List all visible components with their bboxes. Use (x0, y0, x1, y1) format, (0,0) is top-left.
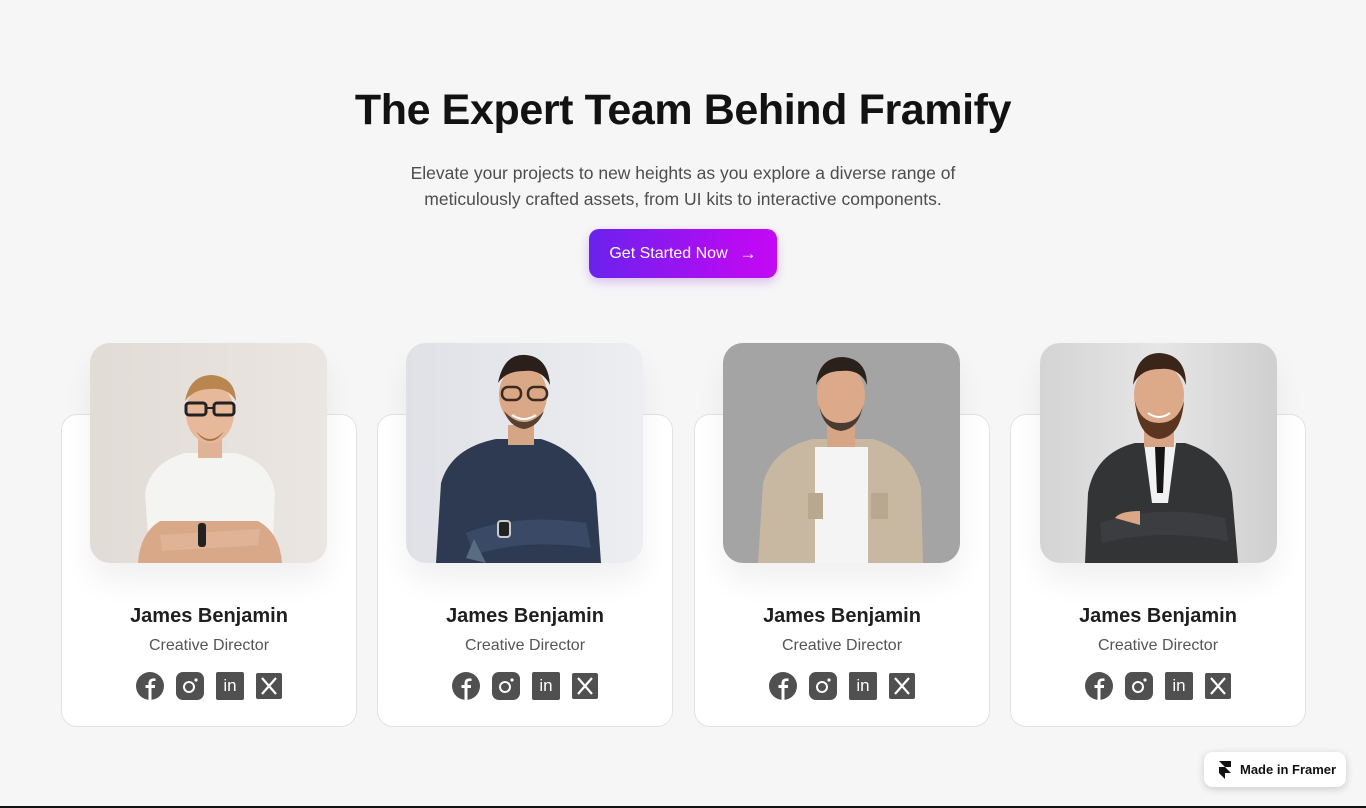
hero: The Expert Team Behind Framify Elevate y… (0, 84, 1366, 212)
linkedin-icon[interactable]: in (532, 672, 560, 700)
social-links: in (1010, 672, 1306, 700)
member-role: Creative Director (148, 637, 270, 654)
hero-subtitle: Elevate your projects to new heights as … (410, 163, 956, 209)
x-icon[interactable] (572, 673, 598, 699)
member-name: James Benjamin (446, 605, 604, 627)
member-name: James Benjamin (130, 605, 288, 627)
team-member-card: James Benjamin Creative Director in (61, 343, 357, 727)
linkedin-icon[interactable]: in (1165, 672, 1193, 700)
member-role: Creative Director (781, 637, 903, 654)
page-title: The Expert Team Behind Framify (354, 86, 1012, 134)
team-member-card: James Benjamin Creative Director in (377, 343, 673, 727)
get-started-button[interactable]: Get Started Now → (589, 229, 777, 278)
get-started-label: Get Started Now (609, 244, 728, 262)
instagram-icon[interactable] (809, 672, 837, 700)
facebook-icon[interactable] (452, 672, 480, 700)
member-role: Creative Director (464, 637, 586, 654)
instagram-icon[interactable] (1125, 672, 1153, 700)
facebook-icon[interactable] (136, 672, 164, 700)
badge-label: Made in Framer (1240, 762, 1337, 777)
instagram-icon[interactable] (492, 672, 520, 700)
facebook-icon[interactable] (1085, 672, 1113, 700)
member-photo (723, 343, 960, 563)
framer-logo-icon (1219, 760, 1231, 779)
x-icon[interactable] (256, 673, 282, 699)
made-in-framer-badge[interactable]: Made in Framer (1204, 752, 1346, 787)
linkedin-icon[interactable]: in (849, 672, 877, 700)
social-links: in (377, 672, 673, 700)
x-icon[interactable] (889, 673, 915, 699)
member-role: Creative Director (1097, 637, 1219, 654)
instagram-icon[interactable] (176, 672, 204, 700)
linkedin-icon[interactable]: in (216, 672, 244, 700)
member-photo (90, 343, 327, 563)
team-grid: James Benjamin Creative Director in Jame… (0, 343, 1366, 743)
facebook-icon[interactable] (769, 672, 797, 700)
member-photo (406, 343, 643, 563)
social-links: in (694, 672, 990, 700)
member-name: James Benjamin (1079, 605, 1237, 627)
team-member-card: James Benjamin Creative Director in (1010, 343, 1306, 727)
member-photo (1040, 343, 1277, 563)
x-icon[interactable] (1205, 673, 1231, 699)
member-name: James Benjamin (763, 605, 921, 627)
team-member-card: James Benjamin Creative Director in (694, 343, 990, 727)
arrow-right-icon: → (739, 244, 757, 263)
social-links: in (61, 672, 357, 700)
